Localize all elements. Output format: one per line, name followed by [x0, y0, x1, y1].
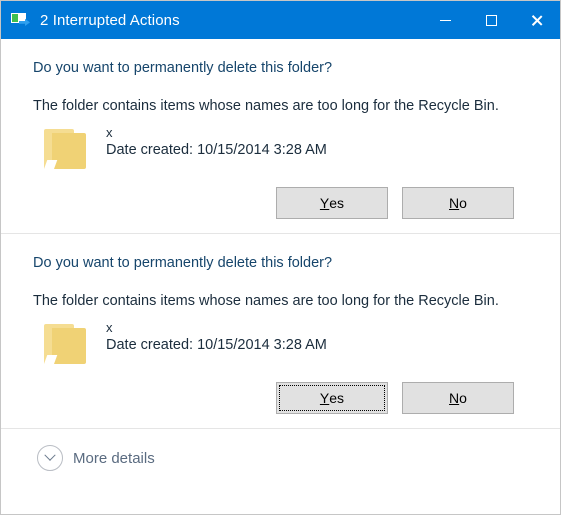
no-button[interactable]: No [402, 382, 514, 414]
close-icon [531, 14, 544, 27]
item-name: x [106, 125, 113, 140]
footer: More details [1, 429, 560, 471]
dialog-heading: Do you want to permanently delete this f… [33, 60, 333, 76]
folder-icon [43, 129, 89, 169]
window-title: 2 Interrupted Actions [40, 11, 180, 29]
more-details-label: More details [73, 449, 155, 467]
dialog-heading: Do you want to permanently delete this f… [33, 255, 333, 271]
no-accel: N [449, 390, 460, 406]
no-rest: o [459, 195, 467, 211]
item-date-created: Date created: 10/15/2014 3:28 AM [106, 337, 327, 353]
yes-button[interactable]: Yes [276, 382, 388, 414]
item-text: x Date created: 10/15/2014 3:28 AM [106, 318, 327, 356]
dialog-description: The folder contains items whose names ar… [33, 293, 499, 309]
yes-accel: Y [319, 195, 330, 211]
item-date-created: Date created: 10/15/2014 3:28 AM [106, 142, 327, 158]
item-text: x Date created: 10/15/2014 3:28 AM [106, 123, 327, 161]
close-button[interactable] [514, 1, 560, 39]
no-accel: N [449, 195, 460, 211]
no-button[interactable]: No [402, 187, 514, 219]
maximize-button[interactable] [468, 1, 514, 39]
folder-icon [43, 324, 89, 364]
yes-rest: es [329, 390, 345, 406]
dialog-description: The folder contains items whose names ar… [33, 98, 499, 114]
dialog-section-1: Do you want to permanently delete this f… [1, 39, 560, 219]
yes-accel: Y [319, 390, 330, 406]
yes-button[interactable]: Yes [276, 187, 388, 219]
dialog-button-row: Yes No [33, 382, 534, 414]
yes-rest: es [329, 195, 345, 211]
minimize-icon [439, 19, 451, 21]
no-rest: o [459, 390, 467, 406]
item-name: x [106, 320, 113, 335]
dialog-button-row: Yes No [33, 187, 534, 219]
interrupted-actions-window: 2 Interrupted Actions Do you want to per… [0, 0, 561, 515]
title-bar[interactable]: 2 Interrupted Actions [1, 1, 560, 39]
more-details-button[interactable]: More details [37, 445, 155, 471]
minimize-button[interactable] [422, 1, 468, 39]
dialog-body: Do you want to permanently delete this f… [1, 39, 560, 514]
item-row: x Date created: 10/15/2014 3:28 AM [33, 318, 534, 374]
window-controls [422, 1, 560, 39]
maximize-icon [485, 14, 497, 26]
item-row: x Date created: 10/15/2014 3:28 AM [33, 123, 534, 179]
chevron-down-icon [37, 445, 63, 471]
file-move-icon [11, 12, 33, 28]
dialog-section-2: Do you want to permanently delete this f… [1, 234, 560, 414]
